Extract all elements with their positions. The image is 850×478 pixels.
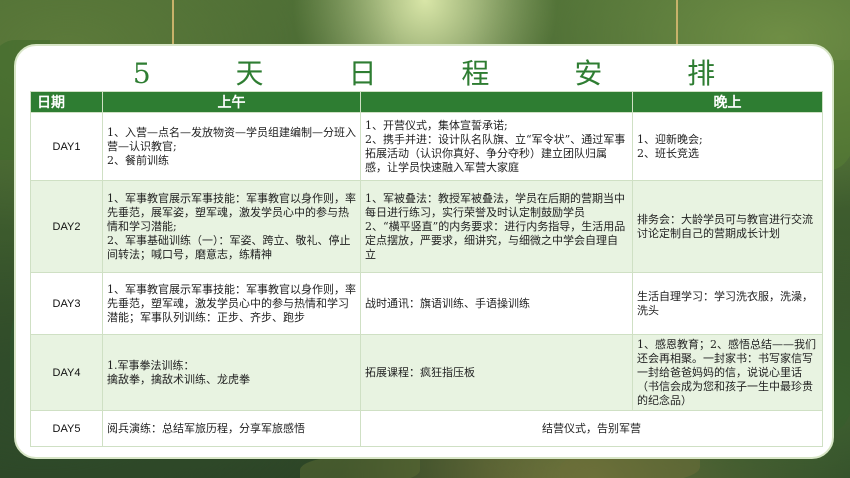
morning-cell: 1.军事拳法训练： 擒敌拳，擒敌术训练、龙虎拳 [102, 334, 361, 411]
morning-cell: 阅兵演练：总结军旅历程，分享军旅感悟 [102, 410, 361, 447]
morning-cell: 1、入营—点名—发放物资—学员组建编制—分班入营—认识教官; 2、餐前训练 [102, 112, 361, 181]
header-date: 日期 [30, 91, 103, 113]
day-cell: DAY5 [30, 410, 103, 447]
evening-cell: 1、迎新晚会; 2、班长竞选 [632, 112, 823, 181]
table-row: DAY4 1.军事拳法训练： 擒敌拳，擒敌术训练、龙虎拳 拓展课程：疯狂指压板 … [30, 334, 823, 411]
table-row: DAY3 1、军事教官展示军事技能：军事教官以身作则，率先垂范，塑军魂，激发学员… [30, 272, 823, 335]
hanging-rope [673, 0, 681, 54]
day-cell: DAY4 [30, 334, 103, 411]
schedule-board: 5 天 日 程 安 排 日期 上午 晚上 DAY1 1、入营—点名—发放物资—学… [14, 44, 834, 459]
morning-cell: 1、军事教官展示军事技能：军事教官以身作则，率先垂范，展军姿，塑军魂，激发学员心… [102, 180, 361, 273]
table-row: DAY5 阅兵演练：总结军旅历程，分享军旅感悟 结营仪式，告别军营 [30, 410, 823, 447]
afternoon-evening-cell: 结营仪式，告别军营 [360, 410, 823, 447]
evening-cell: 生活自理学习：学习洗衣服，洗澡，洗头 [632, 272, 823, 335]
page-title: 5 天 日 程 安 排 [132, 57, 754, 90]
day-cell: DAY3 [30, 272, 103, 335]
table-row: DAY2 1、军事教官展示军事技能：军事教官以身作则，率先垂范，展军姿，塑军魂，… [30, 180, 823, 273]
header-afternoon [360, 91, 633, 113]
header-row: 日期 上午 晚上 [30, 91, 823, 113]
morning-cell: 1、军事教官展示军事技能：军事教官以身作则，率先垂范，塑军魂，激发学员心中的参与… [102, 272, 361, 335]
header-morning: 上午 [102, 91, 361, 113]
header-evening: 晚上 [632, 91, 823, 113]
afternoon-cell: 1、开营仪式，集体宣誓承诺; 2、携手并进：设计队名队旗、立“军令状”、通过军事… [360, 112, 633, 181]
evening-cell: 1、感恩教育；2、感悟总结——我们还会再相聚。一封家书：书写家信写一封给爸爸妈妈… [632, 334, 823, 411]
day-cell: DAY2 [30, 180, 103, 273]
table-row: DAY1 1、入营—点名—发放物资—学员组建编制—分班入营—认识教官; 2、餐前… [30, 112, 823, 181]
hanging-rope [169, 0, 177, 54]
evening-cell: 排务会：大龄学员可与教官进行交流讨论定制自己的营期成长计划 [632, 180, 823, 273]
day-cell: DAY1 [30, 112, 103, 181]
afternoon-cell: 1、军被叠法：教授军被叠法，学员在后期的营期当中每日进行练习，实行荣誉及时认定制… [360, 180, 633, 273]
afternoon-cell: 拓展课程：疯狂指压板 [360, 334, 633, 411]
afternoon-cell: 战时通讯：旗语训练、手语操训练 [360, 272, 633, 335]
schedule-table: 日期 上午 晚上 DAY1 1、入营—点名—发放物资—学员组建编制—分班入营—认… [30, 91, 823, 447]
